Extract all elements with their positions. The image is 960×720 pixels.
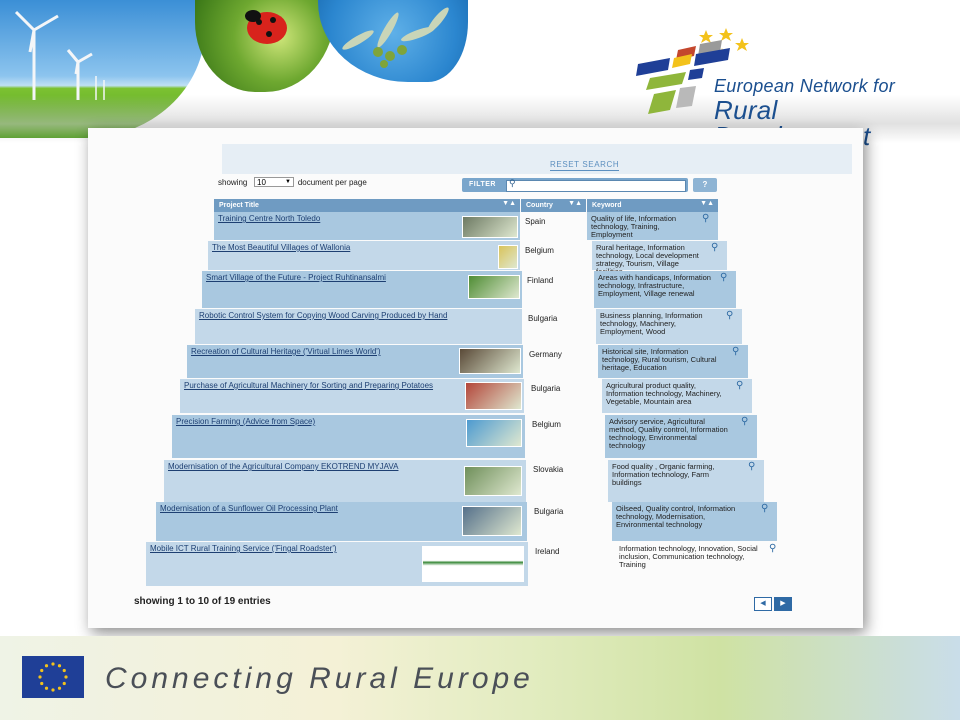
eu-star-icon bbox=[44, 664, 49, 668]
olive-branch-photo bbox=[318, 0, 468, 82]
project-title-link[interactable]: Purchase of Agricultural Machinery for S… bbox=[184, 381, 459, 390]
project-title-link[interactable]: Robotic Control System for Copying Wood … bbox=[199, 311, 516, 320]
magnifier-icon[interactable]: ⚲ bbox=[726, 310, 733, 321]
sort-icon: ▼▲ bbox=[568, 200, 582, 207]
project-title-link[interactable]: Smart Village of the Future - Project Ru… bbox=[206, 273, 462, 282]
table-row: Smart Village of the Future - Project Ru… bbox=[202, 271, 522, 308]
table-row: Recreation of Cultural Heritage ('Virtua… bbox=[187, 345, 523, 378]
enrd-logo: European Network for Rural Development bbox=[630, 24, 940, 149]
previous-page-button[interactable]: ◀ bbox=[754, 597, 772, 611]
keywords-cell: Areas with handicaps, Information techno… bbox=[598, 273, 711, 298]
magnifier-icon[interactable]: ⚲ bbox=[769, 543, 776, 554]
project-title-link[interactable]: Training Centre North Toledo bbox=[218, 214, 456, 223]
table-row: Purchase of Agricultural Machinery for S… bbox=[180, 379, 524, 413]
eu-star-icon bbox=[62, 668, 66, 673]
reset-search-link[interactable]: RESET SEARCH bbox=[550, 160, 620, 171]
country-cell: Bulgaria bbox=[534, 507, 564, 516]
eu-star-icon bbox=[62, 681, 66, 686]
project-thumbnail bbox=[466, 419, 522, 447]
eu-star-icon bbox=[40, 668, 44, 673]
search-icon: ⚲ bbox=[509, 178, 516, 188]
table-row: The Most Beautiful Villages of Wallonia bbox=[208, 241, 520, 270]
keywords-cell: Quality of life, Information technology,… bbox=[591, 214, 677, 239]
country-cell: Bulgaria bbox=[531, 384, 561, 393]
project-thumbnail bbox=[465, 382, 522, 410]
country-cell: Bulgaria bbox=[528, 314, 558, 323]
keywords-cell: Business planning, Information technolog… bbox=[600, 311, 703, 336]
entries-count: showing 1 to 10 of 19 entries bbox=[134, 596, 271, 607]
project-thumbnail bbox=[462, 216, 518, 238]
eu-star-icon bbox=[57, 664, 62, 668]
column-header-title[interactable]: Project Title ▼▲ bbox=[214, 199, 520, 212]
country-cell: Ireland bbox=[535, 547, 560, 556]
footer-tagline: Connecting Rural Europe bbox=[105, 662, 534, 695]
country-cell: Spain bbox=[525, 217, 546, 226]
project-title-link[interactable]: Modernisation of the Agricultural Compan… bbox=[168, 462, 458, 471]
country-cell: Finland bbox=[527, 276, 554, 285]
keywords-cell: Historical site, Information technology,… bbox=[602, 347, 717, 372]
filter-bar: FILTER ⚲ bbox=[462, 178, 688, 192]
table-row: Modernisation of the Agricultural Compan… bbox=[164, 460, 526, 502]
keywords-cell: Food quality , Organic farming, Informat… bbox=[612, 462, 715, 487]
table-row: Training Centre North Toledo bbox=[214, 212, 520, 240]
eu-star-icon bbox=[51, 688, 55, 692]
magnifier-icon[interactable]: ⚲ bbox=[736, 380, 743, 391]
project-title-link[interactable]: Modernisation of a Sunflower Oil Process… bbox=[160, 504, 456, 513]
magnifier-icon[interactable]: ⚲ bbox=[732, 346, 739, 357]
eu-star-icon bbox=[64, 675, 68, 679]
sort-icon: ▼▲ bbox=[700, 200, 714, 207]
eu-star-icon bbox=[44, 686, 49, 690]
eu-star-icon bbox=[38, 675, 42, 679]
project-thumbnail bbox=[422, 546, 524, 582]
country-cell: Belgium bbox=[525, 246, 554, 255]
project-title-link[interactable]: Precision Farming (Advice from Space) bbox=[176, 417, 460, 426]
project-title-link[interactable]: The Most Beautiful Villages of Wallonia bbox=[212, 243, 492, 252]
eu-star-icon bbox=[40, 681, 44, 686]
table-row: Modernisation of a Sunflower Oil Process… bbox=[156, 502, 527, 541]
magnifier-icon[interactable]: ⚲ bbox=[741, 416, 748, 427]
keywords-cell: Agricultural product quality, Informatio… bbox=[606, 381, 722, 406]
project-title-link[interactable]: Mobile ICT Rural Training Service ('Fing… bbox=[150, 544, 416, 553]
eu-star-icon bbox=[57, 686, 62, 690]
column-header-keyword[interactable]: Keyword ▼▲ bbox=[587, 199, 718, 212]
per-page-select[interactable]: 10 ▼ bbox=[254, 177, 294, 187]
keywords-cell: Advisory service, Agricultural method, Q… bbox=[609, 417, 728, 450]
magnifier-icon[interactable]: ⚲ bbox=[711, 242, 718, 253]
magnifier-icon[interactable]: ⚲ bbox=[748, 461, 755, 472]
project-thumbnail bbox=[468, 275, 520, 299]
sort-icon: ▼▲ bbox=[502, 200, 516, 207]
magnifier-icon[interactable]: ⚲ bbox=[702, 213, 709, 224]
project-title-link[interactable]: Recreation of Cultural Heritage ('Virtua… bbox=[191, 347, 453, 356]
eu-star-icon bbox=[51, 662, 55, 666]
chevron-down-icon: ▼ bbox=[285, 179, 291, 185]
card-top-bar bbox=[222, 144, 852, 174]
column-header-country[interactable]: Country ▼▲ bbox=[521, 199, 586, 212]
keywords-cell: Information technology, Innovation, Soci… bbox=[619, 544, 758, 569]
next-page-button[interactable]: ▶ bbox=[774, 597, 792, 611]
country-cell: Germany bbox=[529, 350, 562, 359]
project-thumbnail bbox=[459, 348, 521, 374]
project-thumbnail bbox=[462, 506, 522, 536]
filter-label: FILTER bbox=[469, 181, 496, 188]
help-button[interactable]: ? bbox=[693, 178, 717, 192]
project-thumbnail bbox=[464, 466, 522, 496]
filter-input[interactable] bbox=[506, 180, 686, 192]
keywords-cell: Oilseed, Quality control, Information te… bbox=[616, 504, 736, 529]
per-page-value: 10 bbox=[257, 178, 266, 187]
table-row: Mobile ICT Rural Training Service ('Fing… bbox=[146, 542, 528, 586]
magnifier-icon[interactable]: ⚲ bbox=[761, 503, 768, 514]
eu-flag-icon bbox=[22, 656, 84, 698]
logo-line1: European Network for bbox=[714, 76, 896, 96]
country-cell: Slovakia bbox=[533, 465, 564, 474]
table-row: Robotic Control System for Copying Wood … bbox=[195, 309, 522, 344]
per-page-suffix: document per page bbox=[297, 178, 367, 187]
table-row: Precision Farming (Advice from Space) bbox=[172, 415, 525, 458]
ladybug-leaf-photo bbox=[195, 0, 335, 92]
country-cell: Belgium bbox=[532, 420, 561, 429]
showing-prefix: showing bbox=[218, 178, 248, 187]
project-thumbnail bbox=[498, 245, 518, 269]
magnifier-icon[interactable]: ⚲ bbox=[720, 272, 727, 283]
